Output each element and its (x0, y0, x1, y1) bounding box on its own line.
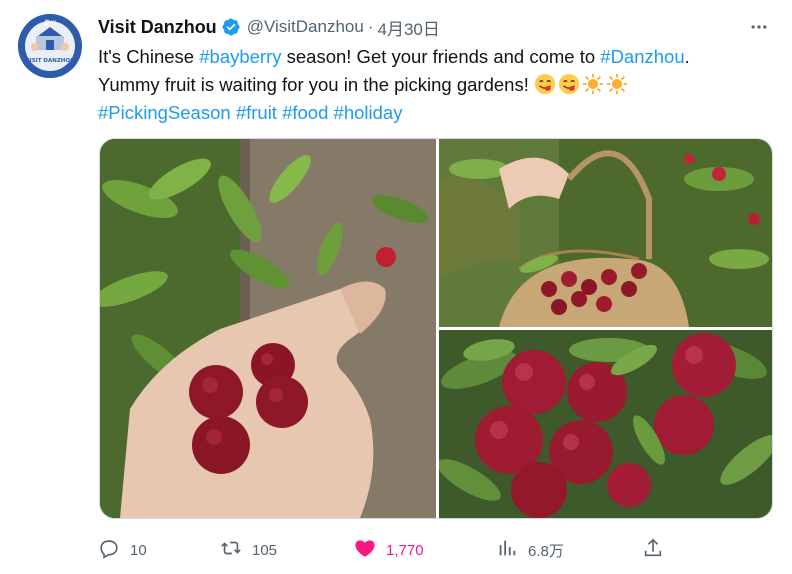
share-button[interactable] (642, 536, 664, 564)
hashtag-fruit[interactable]: #fruit (236, 102, 277, 123)
reply-icon (98, 537, 120, 563)
media-grid (99, 138, 773, 519)
retweet-button[interactable]: 105 (220, 536, 277, 564)
tweet-date[interactable]: 4月30日 (377, 15, 439, 40)
text-line-2: Yummy fruit is waiting for you in the pi… (98, 71, 768, 99)
tweet-actions: 10 105 1,770 6.8万 (98, 536, 678, 564)
text-line-1: It's Chinese #bayberry season! Get your … (98, 43, 768, 71)
like-count: 1,770 (386, 541, 424, 559)
avatar[interactable]: 儋州 VISIT DANZHOU (18, 14, 82, 78)
text-segment: . (684, 46, 690, 67)
display-name[interactable]: Visit Danzhou (98, 17, 217, 38)
hashtag-danzhou[interactable]: #Danzhou (600, 46, 684, 67)
hashtag-holiday[interactable]: #holiday (334, 102, 403, 123)
sun-emoji (606, 73, 628, 95)
avatar-logo: 儋州 VISIT DANZHOU (18, 14, 82, 78)
hashtag-pickingseason[interactable]: #PickingSeason (98, 102, 231, 123)
tweet-text: It's Chinese #bayberry season! Get your … (98, 43, 768, 127)
more-icon[interactable] (746, 14, 772, 40)
hashtag-bayberry[interactable]: #bayberry (199, 46, 281, 67)
share-icon (642, 537, 664, 563)
text-segment: season! Get your friends and come to (281, 46, 601, 67)
text-line-3: #PickingSeason #fruit #food #holiday (98, 99, 768, 127)
retweet-count: 105 (252, 541, 278, 559)
like-button[interactable]: 1,770 (354, 536, 424, 564)
photo-tree-bayberries[interactable] (439, 330, 772, 518)
like-icon (354, 537, 376, 563)
hashtag-food[interactable]: #food (282, 102, 328, 123)
views-count: 6.8万 (528, 542, 564, 560)
text-segment: It's Chinese (98, 46, 200, 67)
separator-dot: · (367, 17, 374, 36)
yum-emoji (558, 73, 580, 95)
views-icon (496, 537, 518, 563)
sun-emoji (582, 73, 604, 95)
svg-text:儋州: 儋州 (44, 19, 56, 27)
views-button[interactable]: 6.8万 (496, 536, 564, 564)
text-segment: Yummy fruit is waiting for you in the pi… (98, 74, 529, 95)
photo-basket[interactable] (439, 139, 772, 327)
svg-text:VISIT DANZHOU: VISIT DANZHOU (25, 58, 74, 64)
verified-icon (221, 17, 241, 37)
yum-emoji (534, 73, 556, 95)
photo-hand-bayberries[interactable] (100, 139, 436, 518)
tweet-header: Visit Danzhou @VisitDanzhou · 4月30日 (98, 14, 772, 40)
handle[interactable]: @VisitDanzhou (247, 17, 364, 37)
reply-button[interactable]: 10 (98, 536, 147, 564)
reply-count: 10 (130, 541, 147, 559)
retweet-icon (220, 537, 242, 563)
